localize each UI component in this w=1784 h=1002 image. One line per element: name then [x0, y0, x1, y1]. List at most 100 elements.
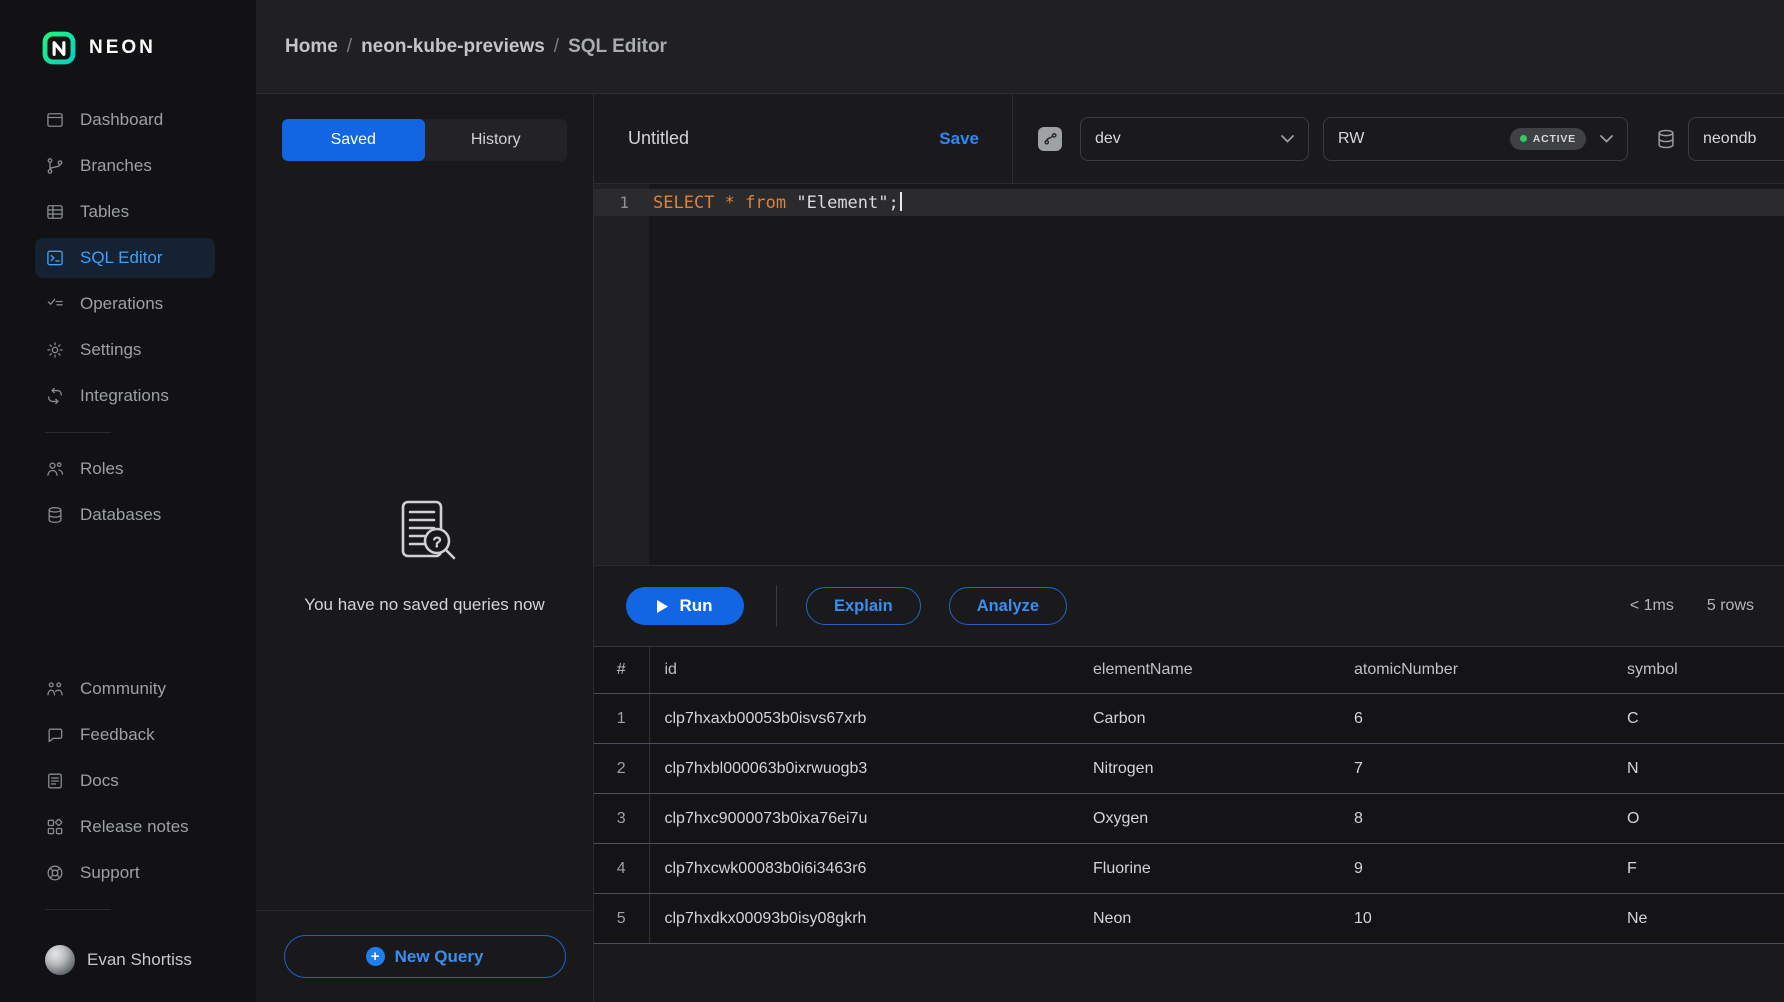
feedback-icon	[45, 725, 65, 745]
new-query-label: New Query	[395, 947, 484, 967]
databases-icon	[45, 505, 65, 525]
sidebar-item-tables[interactable]: Tables	[35, 192, 215, 232]
table-cell: N	[1612, 744, 1784, 794]
breadcrumb: Home / neon-kube-previews / SQL Editor	[256, 0, 1784, 94]
line-number: 1	[594, 193, 649, 212]
column-header-id: id	[649, 647, 1078, 694]
saved-panel-footer: + New Query	[256, 910, 593, 1002]
compute-select-value: RW	[1338, 130, 1364, 148]
sidebar-item-support[interactable]: Support	[35, 853, 215, 893]
sidebar-item-integrations[interactable]: Integrations	[35, 376, 215, 416]
no-saved-queries-icon: ?	[387, 496, 463, 573]
query-actions-bar: Run Explain Analyze < 1ms 5 rows	[594, 565, 1784, 646]
row-count: 5 rows	[1707, 597, 1754, 615]
table-cell: F	[1612, 844, 1784, 894]
run-button[interactable]: Run	[626, 587, 744, 625]
table-row: 1clp7hxaxb00053b0isvs67xrbCarbon6C	[594, 694, 1784, 744]
support-icon	[45, 863, 65, 883]
breadcrumb-project[interactable]: neon-kube-previews	[361, 36, 545, 58]
status-dot-icon	[1520, 135, 1527, 142]
branch-icon	[1038, 127, 1062, 151]
actions-divider	[776, 585, 777, 627]
sidebar-item-databases[interactable]: Databases	[35, 495, 215, 535]
breadcrumb-separator: /	[347, 36, 352, 58]
table-cell: 8	[1339, 794, 1612, 844]
brand-wordmark: NEON	[89, 37, 156, 59]
sidebar-secondary-nav: Community Feedback Docs Release notes Suppor…	[0, 669, 256, 899]
sidebar-item-release-notes[interactable]: Release notes	[35, 807, 215, 847]
sidebar-item-dashboard[interactable]: Dashboard	[35, 100, 215, 140]
table-cell: clp7hxaxb00053b0isvs67xrb	[649, 694, 1078, 744]
sidebar-item-roles[interactable]: Roles	[35, 449, 215, 489]
branch-select[interactable]: dev	[1080, 117, 1309, 161]
status-badge: ACTIVE	[1510, 128, 1586, 150]
results-table: #idelementNameatomicNumbersymbol1clp7hxa…	[594, 647, 1784, 944]
query-duration: < 1ms	[1630, 597, 1674, 615]
database-icon	[1654, 127, 1678, 151]
plus-icon: +	[366, 947, 385, 966]
sidebar-item-community[interactable]: Community	[35, 669, 215, 709]
table-cell: clp7hxc9000073b0ixa76ei7u	[649, 794, 1078, 844]
sidebar-item-operations[interactable]: Operations	[35, 284, 215, 324]
table-cell: Nitrogen	[1078, 744, 1339, 794]
sql-editor-icon	[45, 248, 65, 268]
table-cell: clp7hxdkx00093b0isy08gkrh	[649, 894, 1078, 944]
user-name: Evan Shortiss	[87, 950, 192, 970]
sidebar-spacer	[0, 541, 256, 669]
sidebar: NEON Dashboard Branches Tables SQL Editor Op…	[0, 0, 256, 1002]
user-menu[interactable]: Evan Shortiss	[35, 940, 215, 980]
table-cell: clp7hxbl000063b0ixrwuogb3	[649, 744, 1078, 794]
compute-select[interactable]: RW ACTIVE	[1323, 117, 1628, 161]
explain-button[interactable]: Explain	[806, 587, 921, 625]
empty-state: ? You have no saved queries now	[256, 161, 593, 910]
query-title[interactable]: Untitled	[628, 128, 689, 149]
operations-icon	[45, 294, 65, 314]
table-cell: 5	[594, 894, 649, 944]
sidebar-item-label: Settings	[80, 340, 141, 360]
tab-history[interactable]: History	[425, 119, 568, 161]
editor-gutter	[594, 184, 649, 565]
sidebar-item-label: Dashboard	[80, 110, 163, 130]
dashboard-icon	[45, 110, 65, 130]
sidebar-item-label: Docs	[80, 771, 119, 791]
table-cell: O	[1612, 794, 1784, 844]
sidebar-item-settings[interactable]: Settings	[35, 330, 215, 370]
table-header-row: #idelementNameatomicNumbersymbol	[594, 647, 1784, 694]
chevron-down-icon	[1600, 135, 1613, 143]
sidebar-item-label: Roles	[80, 459, 123, 479]
integrations-icon	[45, 386, 65, 406]
sidebar-item-branches[interactable]: Branches	[35, 146, 215, 186]
editor-column: Untitled Save dev	[594, 94, 1784, 1002]
new-query-button[interactable]: + New Query	[284, 935, 566, 978]
sidebar-item-label: Tables	[80, 202, 129, 222]
query-title-zone: Untitled Save	[594, 94, 1013, 183]
database-select[interactable]: neondb	[1688, 117, 1784, 161]
query-tabs: Saved History	[282, 119, 567, 161]
tab-saved[interactable]: Saved	[282, 119, 425, 161]
table-cell: 2	[594, 744, 649, 794]
table-cell: Ne	[1612, 894, 1784, 944]
save-button[interactable]: Save	[939, 129, 979, 149]
sidebar-item-label: Operations	[80, 294, 163, 314]
table-row: 4clp7hxcwk00083b0i6i3463r6Fluorine9F	[594, 844, 1784, 894]
sidebar-item-label: Feedback	[80, 725, 155, 745]
sidebar-item-label: Integrations	[80, 386, 169, 406]
sql-editor[interactable]: 1 SELECT * from "Element";	[594, 184, 1784, 565]
analyze-button[interactable]: Analyze	[949, 587, 1067, 625]
svg-text:?: ?	[432, 534, 440, 551]
sidebar-item-feedback[interactable]: Feedback	[35, 715, 215, 755]
database-select-value: neondb	[1703, 130, 1756, 148]
table-cell: C	[1612, 694, 1784, 744]
sidebar-item-label: Databases	[80, 505, 161, 525]
breadcrumb-home[interactable]: Home	[285, 36, 338, 58]
brand-logo[interactable]: NEON	[0, 0, 256, 68]
sidebar-item-sql-editor[interactable]: SQL Editor	[35, 238, 215, 278]
chevron-down-icon	[1281, 135, 1294, 143]
table-cell: Carbon	[1078, 694, 1339, 744]
table-row: 5clp7hxdkx00093b0isy08gkrhNeon10Ne	[594, 894, 1784, 944]
table-cell: clp7hxcwk00083b0i6i3463r6	[649, 844, 1078, 894]
sidebar-item-docs[interactable]: Docs	[35, 761, 215, 801]
branch-select-value: dev	[1095, 130, 1121, 148]
main-area: Home / neon-kube-previews / SQL Editor S…	[256, 0, 1784, 1002]
result-meta: < 1ms 5 rows	[1630, 597, 1754, 615]
